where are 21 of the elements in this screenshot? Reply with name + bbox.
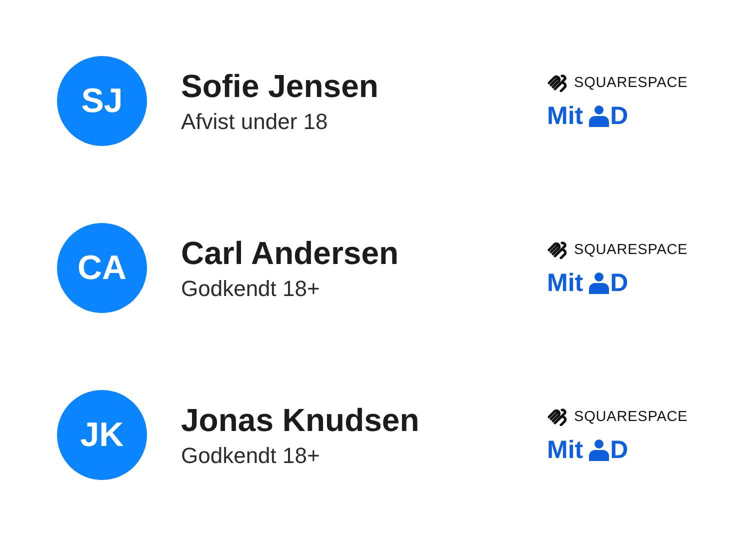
provider-logo-text: SQUARESPACE (574, 408, 688, 424)
id-logo-letter: D (610, 270, 628, 296)
id-logo-text: Mit (547, 270, 584, 296)
id-logo-letter: D (610, 438, 628, 462)
person-icon (588, 439, 610, 461)
provider-logo-text: SQUARESPACE (574, 74, 688, 90)
avatar: SJ (57, 56, 147, 146)
avatar: CA (57, 223, 147, 313)
provider-logo-text: SQUARESPACE (574, 242, 688, 258)
verification-status: Godkendt 18+ (181, 442, 320, 468)
person-icon (588, 272, 610, 294)
person-name: Carl Andersen (181, 234, 399, 272)
person-name: Sofie Jensen (181, 68, 378, 104)
verification-status: Afvist under 18 (181, 108, 328, 134)
id-logo-text: Mit (547, 104, 584, 128)
id-logo-letter: D (610, 104, 628, 128)
id-logo-text: Mit (547, 438, 584, 462)
verification-status: Godkendt 18+ (181, 276, 320, 302)
avatar: JK (57, 390, 147, 480)
person-name: Jonas Knudsen (181, 402, 420, 438)
person-icon (588, 105, 610, 127)
